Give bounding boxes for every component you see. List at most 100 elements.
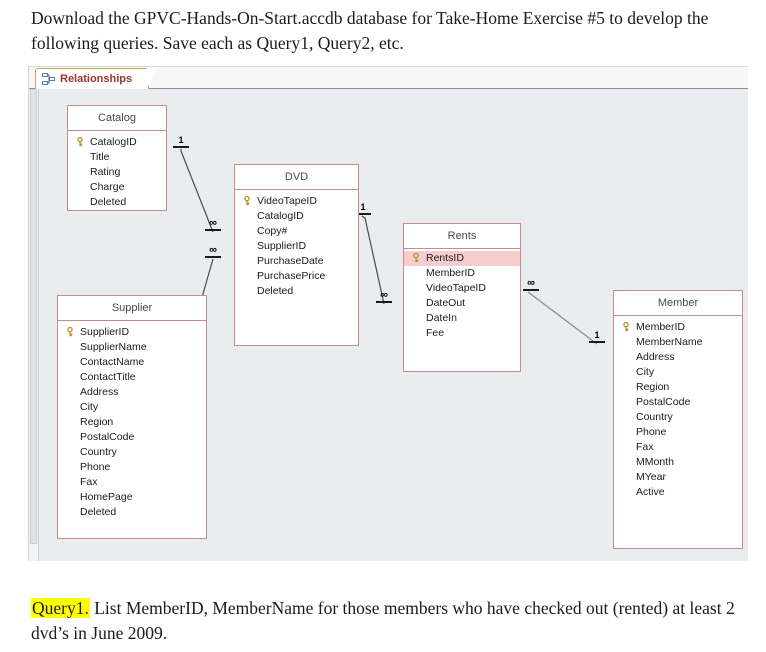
table-box-supplier[interactable]: Supplier SupplierID SupplierName Contact… [57, 295, 207, 539]
field-label: MYear [636, 471, 666, 483]
field-row[interactable]: MemberID [614, 320, 742, 335]
field-row[interactable]: MMonth [614, 455, 742, 470]
field-label: SupplierID [80, 326, 130, 338]
table-fields-dvd: VideoTapeID CatalogID Copy# SupplierID P… [235, 190, 358, 299]
query-body-text: List MemberID, MemberName for those memb… [31, 598, 735, 643]
field-label: Region [636, 381, 670, 393]
field-row[interactable]: Country [58, 445, 206, 460]
field-label: DateOut [426, 297, 466, 309]
field-label: Deleted [90, 196, 127, 208]
field-row[interactable]: HomePage [58, 490, 206, 505]
field-row[interactable]: ContactName [58, 355, 206, 370]
field-row[interactable]: DateOut [404, 296, 520, 311]
field-label: City [636, 366, 655, 378]
field-row[interactable]: Active [614, 485, 742, 500]
field-label: MemberID [636, 321, 686, 333]
tab-label: Relationships [60, 73, 133, 85]
table-fields-rents: RentsID MemberID VideoTapeID DateOut Dat… [404, 249, 520, 341]
field-label: Rating [90, 166, 121, 178]
field-label: Charge [90, 181, 125, 193]
field-row[interactable]: Fax [614, 440, 742, 455]
field-row[interactable]: Phone [58, 460, 206, 475]
cardinality-many-supplier-dvd: ∞ [205, 245, 221, 258]
field-row[interactable]: Region [614, 380, 742, 395]
field-row[interactable]: PurchasePrice [235, 269, 358, 284]
cardinality-one-rents-member: 1 [589, 331, 605, 343]
table-fields-member: MemberID MemberName Address City Region … [614, 316, 742, 500]
field-label: PostalCode [80, 431, 135, 443]
field-label: Title [90, 151, 110, 163]
field-row[interactable]: DateIn [404, 311, 520, 326]
field-label: SupplierName [80, 341, 147, 353]
field-label: Phone [80, 461, 111, 473]
field-label: City [80, 401, 99, 413]
field-row[interactable]: Charge [68, 180, 166, 195]
field-row[interactable]: SupplierID [58, 325, 206, 340]
field-row[interactable]: Title [68, 150, 166, 165]
field-row[interactable]: PostalCode [614, 395, 742, 410]
primary-key-icon [622, 322, 631, 332]
field-row[interactable]: RentsID [404, 251, 520, 266]
field-label: Deleted [80, 506, 117, 518]
field-row[interactable]: MYear [614, 470, 742, 485]
tab-relationships[interactable]: Relationships [35, 68, 158, 89]
intro-paragraph: Download the GPVC-Hands-On-Start.accdb d… [31, 8, 709, 53]
table-title-rents: Rents [404, 224, 520, 249]
field-row[interactable]: VideoTapeID [235, 194, 358, 209]
field-label: VideoTapeID [257, 195, 317, 207]
field-row[interactable]: MemberID [404, 266, 520, 281]
field-label: Address [636, 351, 675, 363]
canvas-vertical-scrollbar[interactable] [29, 89, 39, 561]
query-paragraph: Query1. List MemberID, MemberName for th… [31, 596, 747, 646]
field-label: Deleted [257, 285, 294, 297]
field-row[interactable]: Phone [614, 425, 742, 440]
scrollbar-thumb[interactable] [30, 89, 37, 544]
field-label: Fee [426, 327, 445, 339]
field-row[interactable]: SupplierName [58, 340, 206, 355]
field-row[interactable]: CatalogID [68, 135, 166, 150]
field-label: CatalogID [90, 136, 137, 148]
field-row[interactable]: Region [58, 415, 206, 430]
field-label: Region [80, 416, 114, 428]
field-row[interactable]: Fee [404, 326, 520, 341]
field-row[interactable]: SupplierID [235, 239, 358, 254]
field-row[interactable]: VideoTapeID [404, 281, 520, 296]
field-row[interactable]: City [58, 400, 206, 415]
field-row[interactable]: Deleted [235, 284, 358, 299]
query-label-highlight: Query1. [31, 598, 90, 618]
table-box-member[interactable]: Member MemberID MemberName Address City … [613, 290, 743, 549]
field-label: PostalCode [636, 396, 691, 408]
table-fields-supplier: SupplierID SupplierName ContactName Cont… [58, 321, 206, 520]
field-row[interactable]: MemberName [614, 335, 742, 350]
field-label: MemberName [636, 336, 703, 348]
field-label: DateIn [426, 312, 457, 324]
field-row[interactable]: CatalogID [235, 209, 358, 224]
field-row[interactable]: PostalCode [58, 430, 206, 445]
primary-key-icon [76, 137, 85, 147]
primary-key-icon [66, 327, 75, 337]
field-row[interactable]: Rating [68, 165, 166, 180]
field-row[interactable]: City [614, 365, 742, 380]
primary-key-icon [412, 253, 421, 263]
field-label: Fax [636, 441, 654, 453]
field-row[interactable]: Address [614, 350, 742, 365]
table-title-dvd: DVD [235, 165, 358, 190]
field-label: PurchasePrice [257, 270, 326, 282]
primary-key-icon [243, 196, 252, 206]
field-row[interactable]: Country [614, 410, 742, 425]
table-box-dvd[interactable]: DVD VideoTapeID CatalogID Copy# Supplier… [234, 164, 359, 346]
field-row[interactable]: ContactTitle [58, 370, 206, 385]
field-row[interactable]: Copy# [235, 224, 358, 239]
field-row[interactable]: Deleted [68, 195, 166, 210]
field-row[interactable]: Deleted [58, 505, 206, 520]
table-box-catalog[interactable]: Catalog CatalogID Title Rating Charge De… [67, 105, 167, 211]
field-row[interactable]: Address [58, 385, 206, 400]
field-row[interactable]: Fax [58, 475, 206, 490]
table-box-rents[interactable]: Rents RentsID MemberID VideoTapeID DateO… [403, 223, 521, 372]
field-label: Phone [636, 426, 667, 438]
field-row[interactable]: PurchaseDate [235, 254, 358, 269]
field-label: PurchaseDate [257, 255, 324, 267]
table-title-catalog: Catalog [68, 106, 166, 131]
field-label: ContactName [80, 356, 145, 368]
relationships-canvas[interactable]: 1 ∞ 1 ∞ 1 ∞ ∞ 1 [29, 89, 748, 561]
